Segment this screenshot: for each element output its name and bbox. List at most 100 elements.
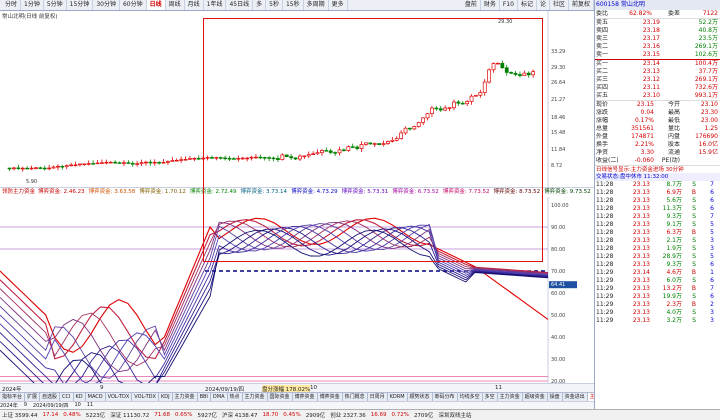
quote-label: 内盘 (667, 133, 680, 140)
trade-count: 6 (710, 277, 714, 284)
trade-side: S (692, 277, 696, 284)
period-tab[interactable]: 1年线 (204, 0, 227, 10)
candle-body (166, 160, 170, 163)
order-price: 23.19 (642, 19, 660, 26)
indicator-tab[interactable]: VOL-TDX (132, 393, 159, 401)
period-tab[interactable]: 周线 (166, 0, 185, 10)
indicator-tab[interactable]: MACD (86, 393, 106, 401)
quote-label: 收益(二) (596, 157, 618, 164)
trade-side: S (692, 213, 696, 220)
kline-axis-label: 26.64 (551, 80, 565, 86)
indicator-value: 博弈资金: 1.70.12 (139, 189, 186, 195)
indicator-tab[interactable]: 热点 (228, 393, 243, 401)
quote-value: 1.25 (704, 125, 718, 132)
indicator-tab[interactable]: KDJ (159, 393, 173, 401)
period-tab[interactable]: 多 (253, 0, 267, 10)
indicator-tab[interactable]: DMA (211, 393, 228, 401)
period-tab[interactable]: 45日线 (226, 0, 254, 10)
stock-title: 600158 常山北明 (595, 0, 720, 10)
highlight-box (203, 18, 543, 262)
index-value: 0.48% (63, 412, 81, 418)
quote-value: 23.30 (700, 109, 718, 116)
indicator-tab[interactable]: CCI (60, 393, 74, 401)
indicator-tab[interactable]: 博弈资金 (293, 393, 318, 401)
trade-side: S (692, 221, 696, 228)
order-volume: 269.1万 (694, 43, 718, 50)
quote-row: 现价 23.15 今开 23.10 (595, 101, 720, 109)
indicator-tab[interactable]: 主力资金 (498, 393, 523, 401)
indicator-tab[interactable]: 主力资金 (243, 393, 268, 401)
quote-label: 净资 (596, 149, 609, 156)
indicator-tab[interactable]: 自选股 (40, 393, 61, 401)
quote-label: 现价 (596, 101, 609, 108)
indicator-tab[interactable]: 国际资金 (268, 393, 293, 401)
indicator-tab[interactable]: 指标平台 (0, 393, 26, 401)
order-row: 买四 23.11 732.6万 (595, 84, 720, 92)
kline-axis-label: 8.72 (551, 163, 562, 169)
period-tab[interactable]: 5秒 (266, 0, 283, 10)
indicator-tab[interactable]: VOL-TDX (106, 393, 133, 401)
trade-volume: 8.7万 (666, 181, 682, 188)
order-volume: 732.6万 (694, 84, 718, 91)
toolbar-button[interactable]: 前复权 (569, 0, 594, 10)
period-tab[interactable]: 更多 (329, 0, 348, 10)
trade-row: 11:29 23.13 3.2万 S 3 (595, 317, 720, 325)
trade-side: S (692, 253, 696, 260)
indicator-tab[interactable]: 筹码分布 (433, 393, 458, 401)
period-tab[interactable]: 30分钟 (93, 0, 120, 10)
quote-label: 股本 (667, 141, 680, 148)
period-tab[interactable]: 分时 (2, 0, 22, 10)
period-tab[interactable]: 多周期 (304, 0, 329, 10)
period-tab[interactable]: 月线 (185, 0, 204, 10)
indicator-tab[interactable]: 超级资金 (523, 393, 548, 401)
index-status-bar: 上证 3599.44 17.14 0.48% 5223亿 深证 11130.72 71.6… (0, 409, 720, 420)
index-value: 深圳双线主站 (438, 413, 472, 419)
trade-count: 6 (710, 261, 714, 268)
index-value: 上证 3599.44 (2, 413, 38, 419)
indicator-tab[interactable]: 操盘 (548, 393, 563, 401)
trade-price: 23.13 (632, 197, 650, 204)
candle-body (183, 158, 188, 161)
toolbar-button[interactable]: 财务 (481, 0, 500, 10)
indicator-tab[interactable]: 扩展 (25, 393, 41, 401)
quote-label: 今开 (667, 101, 680, 108)
toolbar-button[interactable]: 社区 (550, 0, 569, 10)
order-volume: 23.5万 (698, 35, 718, 42)
indicator-tab[interactable]: 资金进出 (563, 393, 588, 401)
indicator-tab[interactable]: 多空 (483, 393, 498, 401)
trade-count: 5 (710, 221, 714, 228)
tick-label: 11 (86, 402, 94, 408)
period-tab[interactable]: 1分钟 (21, 0, 44, 10)
trade-row: 11:29 23.13 2.3万 B 2 (595, 301, 720, 309)
indicator-tab[interactable]: 主力资金 (173, 393, 198, 401)
index-value: 0.65% (174, 412, 193, 418)
period-tab[interactable]: 15分钟 (67, 0, 94, 10)
indicator-tab[interactable]: 均线多空 (458, 393, 483, 401)
indicator-tab[interactable]: BBI (198, 393, 211, 401)
indicator-tab[interactable]: KD (74, 393, 86, 401)
quote-value: 23.15 (636, 101, 654, 108)
trade-volume: 6.0万 (666, 277, 682, 284)
candle-body (29, 167, 34, 170)
period-tab[interactable]: 60分钟 (120, 0, 147, 10)
trade-row: 11:28 23.13 11.3万 S 6 (595, 205, 720, 213)
indicator-tab[interactable]: 博弈资金 (318, 393, 343, 401)
toolbar-button[interactable]: 标记 (518, 0, 537, 10)
indicator-axis-label: 100.00 (551, 203, 569, 209)
period-tab[interactable]: 5分钟 (44, 0, 67, 10)
trade-side: S (692, 317, 696, 324)
trade-price: 23.13 (632, 253, 650, 260)
toolbar-button[interactable]: 论 (537, 0, 550, 10)
toolbar-button[interactable]: F10 (500, 0, 518, 10)
toolbar-button[interactable]: 盘前 (462, 0, 481, 10)
candle-body (108, 161, 113, 164)
order-price: 23.14 (642, 60, 660, 67)
period-tab[interactable]: 日线 (146, 0, 166, 10)
period-tab[interactable]: 15秒 (283, 0, 304, 10)
indicator-tab[interactable]: 日周月 (368, 393, 388, 401)
indicator-tab[interactable]: 热门概念 (343, 393, 368, 401)
indicator-tab[interactable]: KDRM (388, 393, 408, 401)
trade-side: B (691, 285, 696, 292)
indicator-tab[interactable]: 顺势状态 (408, 393, 433, 401)
trade-side: S (692, 237, 696, 244)
